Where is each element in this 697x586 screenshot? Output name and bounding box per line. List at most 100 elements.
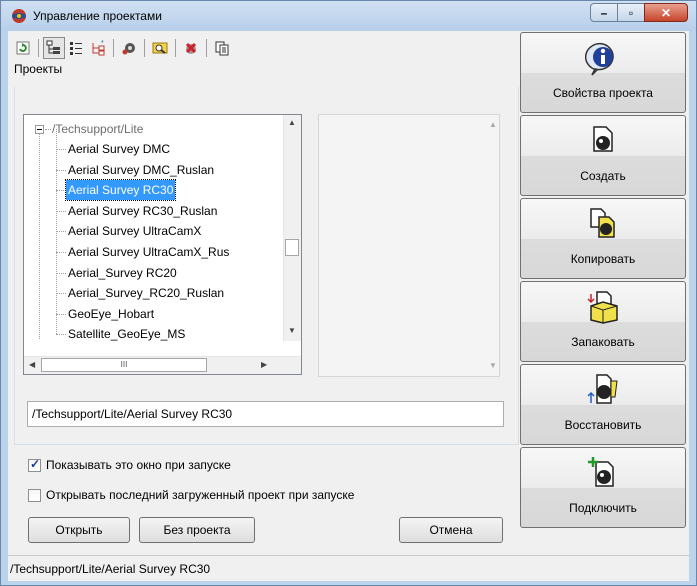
tree-item[interactable]: Aerial Survey RC30 bbox=[24, 179, 284, 202]
tree-item-label: Aerial Survey UltraCamX_Rus bbox=[68, 245, 230, 259]
scrollbar-corner bbox=[284, 357, 301, 374]
open-last-checkbox[interactable] bbox=[28, 488, 41, 502]
tree-item-label: Aerial Survey RC30_Ruslan bbox=[68, 203, 218, 218]
delete-icon bbox=[185, 42, 197, 54]
toolbar-separator bbox=[206, 39, 207, 57]
tree-item[interactable]: Satellite_GeoEye_MS bbox=[24, 324, 284, 344]
project-path-field[interactable]: /Techsupport/Lite/Aerial Survey RC30 bbox=[27, 401, 504, 427]
pack-label: Запаковать bbox=[571, 335, 635, 349]
horizontal-scroll-thumb[interactable]: III bbox=[41, 358, 207, 372]
title-bar[interactable]: Управление проектами – ▫ ✕ bbox=[1, 1, 696, 31]
maximize-icon: ▫ bbox=[628, 6, 634, 20]
vertical-scroll-thumb[interactable] bbox=[285, 239, 299, 256]
tree-vertical-scrollbar[interactable]: ▲ ▼ bbox=[283, 115, 301, 341]
tree-horizontal-scrollbar[interactable]: ◀ III ▶ bbox=[24, 356, 301, 374]
app-icon bbox=[12, 9, 26, 23]
copy-path-button[interactable] bbox=[211, 37, 233, 59]
cancel-button[interactable]: Отмена bbox=[399, 517, 503, 543]
copy-button[interactable]: Копировать bbox=[520, 198, 686, 279]
open-button[interactable]: Открыть bbox=[28, 517, 130, 543]
scroll-grip-marker: III bbox=[120, 360, 128, 369]
collapse-expander-icon[interactable] bbox=[35, 125, 44, 134]
toolbar-separator bbox=[144, 39, 145, 57]
tree-view-icon bbox=[46, 40, 60, 54]
connect-button[interactable]: Подключить bbox=[520, 447, 686, 528]
tree-guide-line bbox=[56, 231, 66, 233]
status-bar: /Techsupport/Lite/Aerial Survey RC30 bbox=[8, 555, 689, 581]
tree-item-label: Satellite_GeoEye_MS bbox=[68, 327, 186, 342]
restore-button[interactable]: Восстановить bbox=[520, 364, 686, 445]
tree-root-node[interactable]: /Techsupport/Lite bbox=[24, 119, 284, 139]
tree-guide-line bbox=[56, 149, 66, 150]
delete-button[interactable] bbox=[180, 37, 202, 59]
refresh-button[interactable] bbox=[12, 37, 34, 59]
restore-project-icon bbox=[521, 373, 685, 405]
tree-item[interactable]: GeoEye_Hobart bbox=[24, 304, 284, 324]
scroll-left-icon[interactable]: ◀ bbox=[29, 360, 35, 370]
projects-group-label: Проекты bbox=[14, 62, 63, 76]
scroll-up-icon[interactable]: ▲ bbox=[288, 118, 296, 128]
list-view-button[interactable] bbox=[65, 37, 87, 59]
tree-item-label: Aerial Survey UltraCamX bbox=[68, 224, 202, 239]
close-icon: ✕ bbox=[660, 6, 672, 20]
close-button[interactable]: ✕ bbox=[644, 3, 688, 22]
maximize-button[interactable]: ▫ bbox=[617, 3, 645, 22]
copy-path-icon bbox=[215, 41, 229, 56]
tree-guide-line bbox=[45, 129, 51, 130]
project-manager-window: Управление проектами – ▫ ✕ * Проекты /Te… bbox=[0, 0, 697, 586]
no-project-button[interactable]: Без проекта bbox=[139, 517, 255, 543]
copy-project-icon bbox=[521, 207, 685, 239]
connect-project-icon bbox=[521, 456, 685, 488]
tree-item[interactable]: Aerial Survey DMC bbox=[24, 139, 284, 159]
tree-guide-line bbox=[56, 313, 66, 315]
tree-item[interactable]: Aerial_Survey_RC20_Ruslan bbox=[24, 283, 284, 303]
refresh-icon bbox=[16, 41, 30, 55]
new-folder-button[interactable]: * bbox=[87, 37, 109, 59]
find-button[interactable] bbox=[149, 37, 171, 59]
pack-project-icon bbox=[521, 290, 685, 324]
show-on-start-label: Показывать это окно при запуске bbox=[46, 458, 231, 472]
tree-item-label: Aerial Survey DMC bbox=[68, 142, 171, 156]
pack-button[interactable]: Запаковать bbox=[520, 281, 686, 362]
tree-item-label: Aerial Survey DMC_Ruslan bbox=[68, 162, 215, 177]
tree-item-label: Aerial_Survey RC20 bbox=[68, 265, 177, 280]
tree-item-label: Aerial Survey RC30 bbox=[64, 179, 177, 202]
tree-item[interactable]: Aerial_Survey RC20 bbox=[24, 263, 284, 283]
tree-root-label: /Techsupport/Lite bbox=[52, 122, 144, 136]
project-properties-label: Свойства проекта bbox=[553, 86, 653, 100]
project-info-panel: ▲ ▼ bbox=[318, 114, 500, 377]
minimize-button[interactable]: – bbox=[590, 3, 618, 22]
open-last-option[interactable]: Открывать последний загруженный проект п… bbox=[28, 488, 354, 502]
info-scroll-up-icon: ▲ bbox=[489, 120, 497, 129]
project-tree[interactable]: /Techsupport/Lite Aerial Survey DMC Aeria… bbox=[23, 114, 302, 375]
create-project-icon bbox=[521, 124, 685, 156]
create-button[interactable]: Создать bbox=[520, 115, 686, 196]
tree-guide-line bbox=[56, 169, 66, 171]
scroll-down-icon[interactable]: ▼ bbox=[288, 326, 296, 336]
tree-item-label: Aerial_Survey_RC20_Ruslan bbox=[68, 286, 225, 301]
settings-button[interactable] bbox=[118, 37, 140, 59]
tree-item[interactable]: Aerial Survey UltraCamX_Rus bbox=[24, 242, 284, 262]
toolbar-separator bbox=[113, 39, 114, 57]
show-on-start-option[interactable]: Показывать это окно при запуске bbox=[28, 457, 231, 472]
project-properties-button[interactable]: Свойства проекта bbox=[520, 32, 686, 113]
create-label: Создать bbox=[580, 169, 626, 183]
tree-view-button[interactable] bbox=[43, 37, 65, 59]
find-icon bbox=[152, 42, 168, 54]
window-title: Управление проектами bbox=[33, 9, 162, 23]
new-folder-icon: * bbox=[92, 40, 105, 56]
list-view-icon bbox=[70, 42, 82, 55]
settings-icon bbox=[122, 43, 135, 55]
restore-label: Восстановить bbox=[564, 418, 642, 432]
tree-guide-line bbox=[56, 272, 66, 274]
copy-label: Копировать bbox=[570, 252, 636, 266]
tree-guide-line bbox=[56, 210, 66, 212]
tree-item[interactable]: Aerial Survey RC30_Ruslan bbox=[24, 201, 284, 221]
info-icon bbox=[521, 41, 685, 76]
minimize-icon: – bbox=[600, 6, 608, 20]
scroll-right-icon[interactable]: ▶ bbox=[261, 360, 267, 370]
info-scroll-down-icon: ▼ bbox=[489, 361, 497, 370]
show-on-start-checkbox[interactable] bbox=[28, 457, 41, 472]
tree-item[interactable]: Aerial Survey DMC_Ruslan bbox=[24, 160, 284, 180]
tree-item[interactable]: Aerial Survey UltraCamX bbox=[24, 221, 284, 241]
